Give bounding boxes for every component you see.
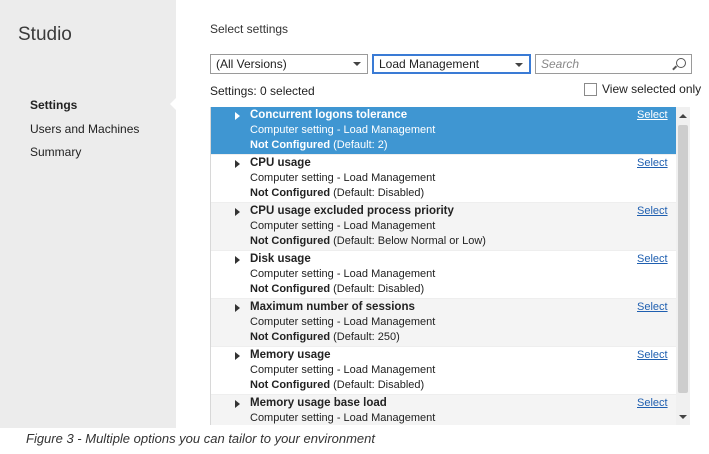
settings-row[interactable]: Concurrent logons tolerance Computer set…: [211, 107, 677, 155]
expand-arrow-icon[interactable]: [235, 256, 240, 264]
search-placeholder: Search: [541, 57, 580, 71]
setting-description: Computer setting - Load Management: [250, 268, 436, 280]
settings-row[interactable]: Maximum number of sessions Computer sett…: [211, 299, 677, 347]
select-link[interactable]: Select: [637, 109, 668, 121]
setting-description: Computer setting - Load Management: [250, 220, 436, 232]
setting-default: (Default: Below Normal or Low): [333, 235, 486, 247]
scrollbar-thumb[interactable]: [678, 125, 688, 393]
setting-description: Computer setting - Load Management: [250, 124, 436, 136]
version-dropdown[interactable]: (All Versions): [210, 54, 368, 74]
select-link[interactable]: Select: [637, 253, 668, 265]
setting-name: Maximum number of sessions: [250, 301, 415, 313]
setting-name: CPU usage excluded process priority: [250, 205, 454, 217]
view-selected-only-label: View selected only: [602, 82, 702, 96]
setting-status: Not Configured: [250, 235, 331, 247]
chevron-down-icon: [515, 63, 523, 67]
setting-status: Not Configured: [250, 187, 331, 199]
expand-arrow-icon[interactable]: [235, 400, 240, 408]
version-dropdown-value: (All Versions): [216, 57, 287, 71]
setting-status: Not Configured: [250, 139, 331, 151]
view-selected-only-toggle[interactable]: View selected only: [584, 82, 701, 96]
select-link[interactable]: Select: [637, 157, 668, 169]
setting-status: Not Configured: [250, 331, 331, 343]
settings-row[interactable]: CPU usage excluded process priority Comp…: [211, 203, 677, 251]
setting-status-line: Not Configured (Default: Disabled): [250, 283, 424, 295]
settings-list: Concurrent logons tolerance Computer set…: [210, 107, 677, 425]
settings-row[interactable]: Memory usage Computer setting - Load Man…: [211, 347, 677, 395]
page-heading: Select settings: [210, 22, 289, 36]
setting-name: Memory usage base load: [250, 397, 387, 409]
sidebar-item-summary[interactable]: Summary: [30, 145, 81, 159]
expand-arrow-icon[interactable]: [235, 160, 240, 168]
search-icon[interactable]: [676, 58, 686, 68]
setting-default: (Default: 2): [333, 139, 388, 151]
expand-arrow-icon[interactable]: [235, 112, 240, 120]
scroll-down-arrow-icon[interactable]: [679, 415, 687, 419]
settings-row[interactable]: Disk usage Computer setting - Load Manag…: [211, 251, 677, 299]
setting-status-line: Not Configured (Default: Below Normal or…: [250, 235, 486, 247]
sidebar-item-settings[interactable]: Settings: [30, 98, 77, 112]
setting-status-line: Not Configured (Default: Disabled): [250, 379, 424, 391]
setting-name: Memory usage: [250, 349, 331, 361]
setting-description: Computer setting - Load Management: [250, 412, 436, 424]
select-link[interactable]: Select: [637, 205, 668, 217]
settings-row[interactable]: Memory usage base load Computer setting …: [211, 395, 677, 425]
setting-name: Disk usage: [250, 253, 311, 265]
setting-description: Computer setting - Load Management: [250, 316, 436, 328]
expand-arrow-icon[interactable]: [235, 352, 240, 360]
expand-arrow-icon[interactable]: [235, 208, 240, 216]
select-link[interactable]: Select: [637, 397, 668, 409]
vertical-scrollbar[interactable]: [676, 107, 690, 425]
select-link[interactable]: Select: [637, 349, 668, 361]
view-selected-only-checkbox[interactable]: [584, 82, 597, 96]
setting-name: Concurrent logons tolerance: [250, 109, 408, 121]
category-dropdown-value: Load Management: [379, 57, 480, 71]
setting-status: Not Configured: [250, 283, 331, 295]
setting-default: (Default: Disabled): [333, 187, 425, 199]
figure-caption: Figure 3 - Multiple options you can tail…: [26, 431, 376, 446]
setting-default: (Default: Disabled): [333, 379, 425, 391]
setting-default: (Default: Disabled): [333, 283, 425, 295]
setting-status: Not Configured: [250, 379, 331, 391]
setting-name: CPU usage: [250, 157, 311, 169]
setting-description: Computer setting - Load Management: [250, 172, 436, 184]
setting-default: (Default: 250): [333, 331, 400, 343]
app-title: Studio: [18, 24, 72, 45]
chevron-down-icon: [353, 62, 361, 66]
setting-status-line: Not Configured (Default: 250): [250, 331, 400, 343]
expand-arrow-icon[interactable]: [235, 304, 240, 312]
setting-status-line: Not Configured (Default: 2): [250, 139, 388, 151]
search-input[interactable]: Search: [535, 54, 692, 74]
settings-row[interactable]: CPU usage Computer setting - Load Manage…: [211, 155, 677, 203]
select-link[interactable]: Select: [637, 301, 668, 313]
selected-count: Settings: 0 selected: [210, 84, 315, 98]
setting-status-line: Not Configured (Default: Disabled): [250, 187, 424, 199]
setting-description: Computer setting - Load Management: [250, 364, 436, 376]
category-dropdown[interactable]: Load Management: [372, 54, 531, 74]
sidebar-item-users-and-machines[interactable]: Users and Machines: [30, 122, 139, 136]
main-panel: Select settings (All Versions) Load Mana…: [176, 0, 709, 428]
scroll-up-arrow-icon[interactable]: [679, 114, 687, 118]
sidebar: Studio Settings Users and Machines Summa…: [0, 0, 176, 428]
